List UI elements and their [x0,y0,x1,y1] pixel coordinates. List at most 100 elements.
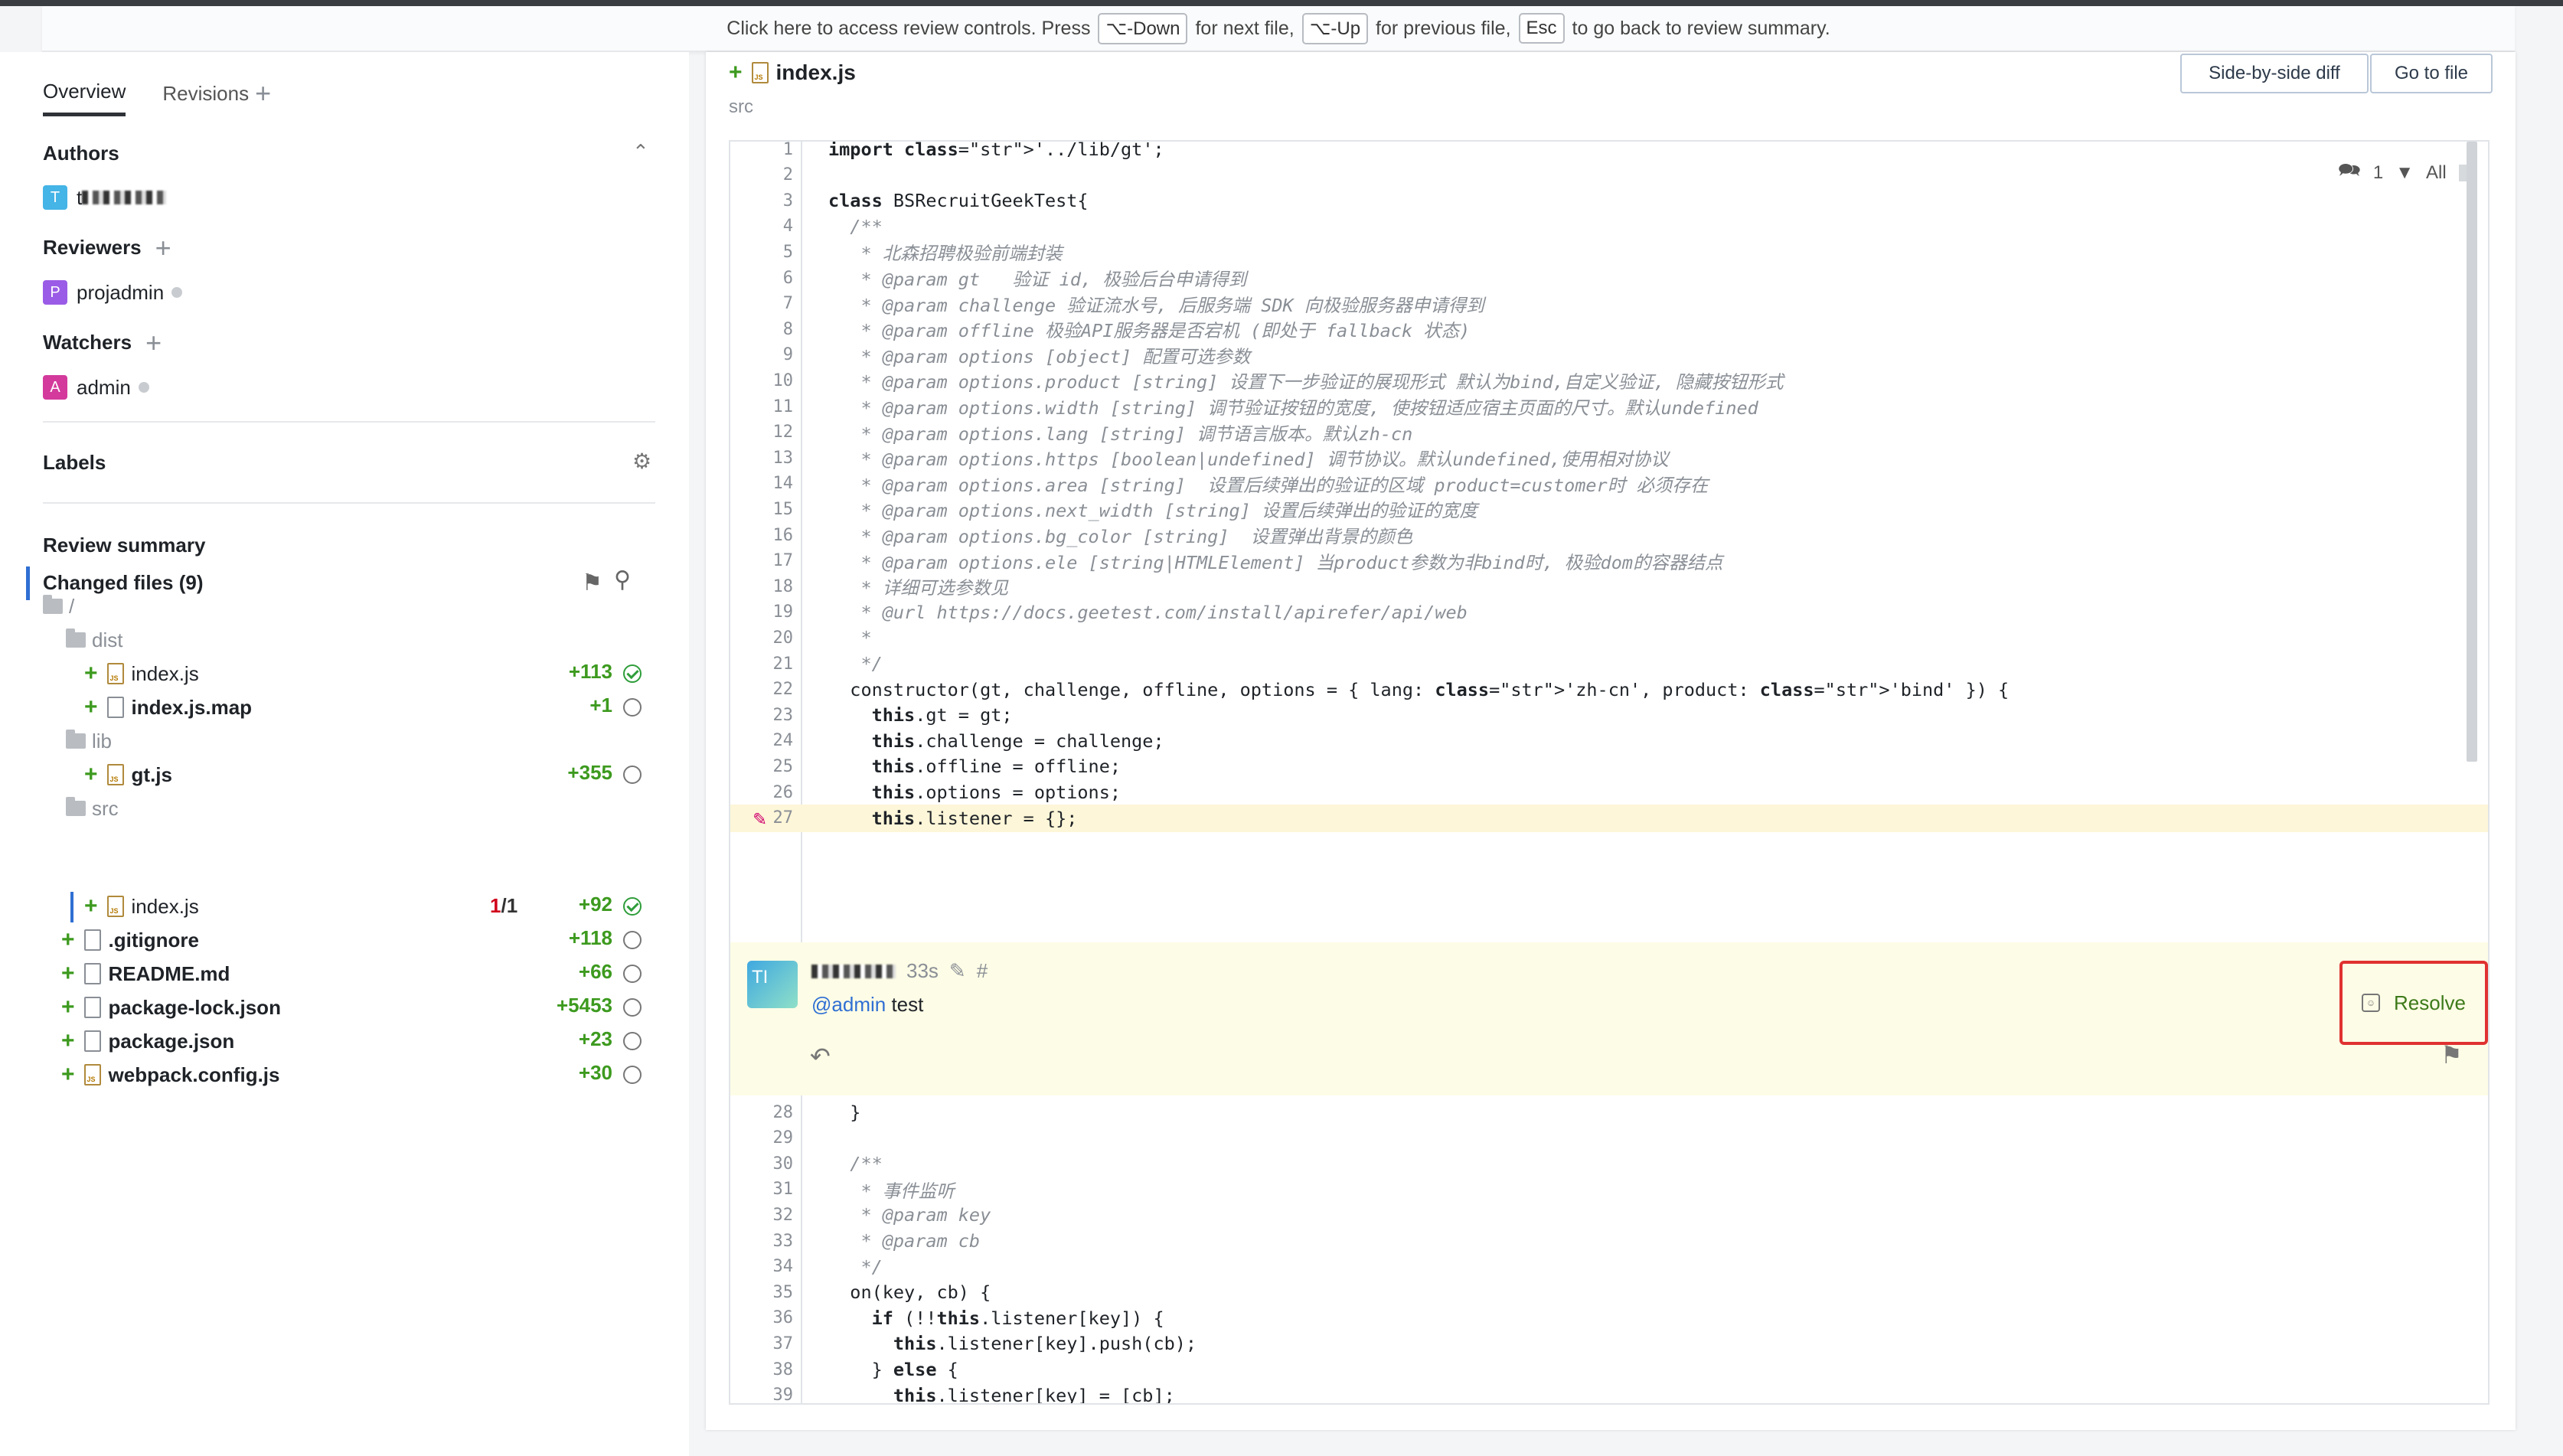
tab-revisions[interactable]: Revisions + [162,80,271,116]
line-number[interactable]: 38 [730,1360,795,1379]
comment-mention[interactable]: @admin [811,993,886,1016]
code-line[interactable]: 17 * @param options.ele [string|HTMLElem… [730,547,2488,575]
line-number[interactable]: 30 [730,1154,795,1174]
code-line[interactable]: 39 this.listener[key] = [cb]; [730,1382,2488,1403]
line-number[interactable]: 3 [730,191,795,211]
code-line[interactable]: 16 * @param options.bg_color [string] 设置… [730,521,2488,549]
unreviewed-circle-icon[interactable] [623,931,642,949]
line-number[interactable]: 31 [730,1180,795,1199]
line-number[interactable]: 18 [730,577,795,596]
line-number[interactable]: 20 [730,628,795,648]
side-by-side-diff-button[interactable]: Side-by-side diff [2180,54,2369,93]
code-line[interactable]: 7 * @param challenge 验证流水号, 后服务端 SDK 向极验… [730,290,2488,318]
code-line[interactable]: 38 } else { [730,1356,2488,1383]
line-number[interactable]: 23 [730,706,795,725]
code-line[interactable]: 13 * @param options.https [boolean|undef… [730,444,2488,472]
code-line[interactable]: 1 import class="str">'../lib/gt'; [730,142,2488,163]
code-line[interactable]: 24 this.challenge = challenge; [730,727,2488,755]
line-number[interactable]: 5 [730,243,795,262]
code-line[interactable]: 6 * @param gt 验证 id, 极验后台申请得到 [730,264,2488,292]
line-number[interactable]: 8 [730,320,795,339]
flag-icon[interactable]: ⚑ [582,570,602,596]
line-number[interactable]: 17 [730,551,795,570]
code-line[interactable]: 14 * @param options.area [string] 设置后续弹出… [730,470,2488,498]
line-number[interactable]: 14 [730,474,795,493]
code-line[interactable]: 25 this.offline = offline; [730,752,2488,780]
code-line[interactable]: 9 * @param options [object] 配置可选参数 [730,341,2488,369]
file-row-selected[interactable]: + index.js [84,893,199,920]
file-row[interactable]: + webpack.config.js [61,1061,279,1089]
line-number[interactable]: 16 [730,526,795,545]
pencil-icon[interactable]: ✎ [753,805,766,831]
code-line[interactable]: 12 * @param options.lang [string] 调节语言版本… [730,419,2488,446]
file-row[interactable]: + package.json [61,1027,234,1055]
line-number[interactable]: 6 [730,269,795,288]
gear-icon[interactable]: ⚙ [632,449,651,474]
line-number[interactable]: 15 [730,500,795,519]
code-line[interactable]: 10 * @param options.product [string] 设置下… [730,367,2488,394]
code-line[interactable]: 8 * @param offline 极验API服务器是否宕机 (即处于 fal… [730,315,2488,343]
line-number[interactable]: 28 [730,1103,795,1122]
unreviewed-circle-icon[interactable] [623,698,642,717]
unreviewed-circle-icon[interactable] [623,998,642,1017]
code-line[interactable]: 23 this.gt = gt; [730,701,2488,729]
filter-icon[interactable]: ▼ [2395,162,2414,184]
file-row[interactable]: + index.js.map [84,694,252,721]
line-number[interactable]: 13 [730,449,795,468]
code-line[interactable]: 28 } [730,1099,2488,1126]
edit-pencil-icon[interactable]: ✎ [949,959,966,983]
unreviewed-circle-icon[interactable] [623,766,642,784]
review-controls-hint[interactable]: Click here to access review controls. Pr… [42,6,2515,52]
tab-overview[interactable]: Overview [43,80,126,116]
file-row[interactable]: + README.md [61,960,230,988]
code-line[interactable]: 2 [730,162,2488,189]
line-number[interactable]: 25 [730,757,795,776]
line-number[interactable]: 26 [730,783,795,802]
add-reviewer-icon[interactable]: + [155,233,171,261]
folder-src[interactable]: src [66,795,119,822]
line-number[interactable]: 24 [730,731,795,750]
line-number[interactable]: 9 [730,345,795,364]
code-line[interactable]: 11 * @param options.width [string] 调节验证按… [730,393,2488,420]
folder-lib[interactable]: lib [66,727,112,755]
collapse-chevron-icon[interactable]: ⌃ [632,140,649,164]
comment-permalink[interactable]: # [977,959,988,983]
code-line[interactable]: 33 * @param cb [730,1227,2488,1255]
file-row[interactable]: + package-lock.json [61,994,281,1021]
code-line[interactable]: 4 /** [730,213,2488,240]
file-row[interactable]: + .gitignore [61,926,199,954]
filter-label[interactable]: All [2426,162,2447,184]
code-line[interactable]: 30 /** [730,1150,2488,1177]
line-number[interactable]: 34 [730,1257,795,1276]
line-number[interactable]: 12 [730,423,795,442]
line-number[interactable]: 4 [730,217,795,236]
unreviewed-circle-icon[interactable] [623,965,642,983]
code-line[interactable]: 5 * 北森招聘极验前端封装 [730,238,2488,266]
unreviewed-circle-icon[interactable] [623,1032,642,1050]
line-number[interactable]: 10 [730,371,795,390]
line-number[interactable]: 22 [730,680,795,699]
line-number[interactable]: 7 [730,294,795,313]
code-line[interactable]: 3 class BSRecruitGeekTest{ [730,187,2488,214]
code-line[interactable]: 15 * @param options.next_width [string] … [730,495,2488,523]
scrollbar[interactable] [2467,142,2477,762]
search-icon[interactable]: ⚲ [614,566,631,593]
review-summary-link[interactable]: Review summary [43,534,205,557]
line-number[interactable]: 36 [730,1308,795,1327]
resolve-button[interactable]: ☺ Resolve [2339,961,2488,1045]
folder-root[interactable]: / [43,593,74,620]
reviewed-check-icon[interactable] [623,664,642,683]
file-row[interactable]: + gt.js [84,761,172,788]
code-line[interactable]: 31 * 事件监听 [730,1176,2488,1203]
go-to-file-button[interactable]: Go to file [2370,54,2493,93]
code-line[interactable]: 19 * @url https://docs.geetest.com/insta… [730,599,2488,626]
code-line[interactable]: 27 this.listener = {}; ✎ [730,804,2488,832]
code-line[interactable]: 20 * [730,624,2488,651]
line-number[interactable]: 21 [730,655,795,674]
folder-dist[interactable]: dist [66,626,122,654]
code-line[interactable]: 29 [730,1125,2488,1152]
line-number[interactable]: 39 [730,1386,795,1403]
reply-icon[interactable]: ↶ [810,1042,831,1071]
code-line[interactable]: 22 constructor(gt, challenge, offline, o… [730,676,2488,704]
changed-files-title[interactable]: Changed files (9) [43,571,203,595]
